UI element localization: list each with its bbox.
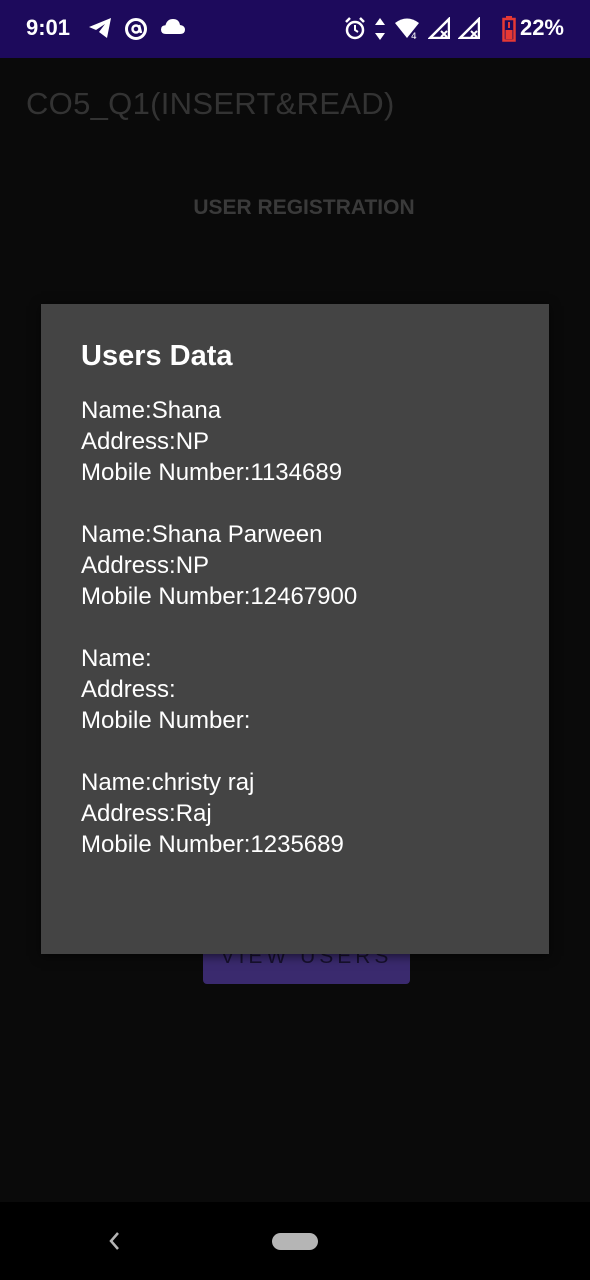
user-mobile: Mobile Number:1134689: [81, 459, 343, 486]
user-name: Name:christy raj: [81, 769, 255, 796]
user-name: Name:: [81, 645, 152, 672]
navigation-bar: [0, 1202, 590, 1280]
user-address: Address:Raj: [81, 800, 212, 827]
app-title: CO5_Q1(INSERT&READ): [26, 86, 395, 121]
status-time: 9:01: [26, 15, 71, 40]
dialog-message: Name:Shana Address:NP Mobile Number:1134…: [81, 395, 357, 891]
user-mobile: Mobile Number:12467900: [81, 583, 358, 610]
system-icons: 4: [344, 17, 480, 41]
svg-text:4: 4: [411, 32, 417, 39]
signal-icon: [458, 17, 480, 41]
user-entry: Name:Shana Address:NP Mobile Number:1134…: [81, 395, 357, 488]
user-address: Address:: [81, 676, 176, 703]
notification-icons: [88, 17, 186, 41]
back-icon[interactable]: [106, 1230, 122, 1257]
cloud-icon: [160, 17, 186, 41]
user-entry: Name:Shana Parween Address:NP Mobile Num…: [81, 519, 357, 612]
status-bar: 9:01 4 22%: [0, 0, 590, 58]
alarm-icon: [344, 17, 366, 41]
registration-heading: USER REGISTRATION: [193, 196, 415, 219]
battery-percentage: 22%: [519, 15, 564, 40]
user-address: Address:NP: [81, 552, 210, 579]
user-address: Address:NP: [81, 428, 210, 455]
signal-icon: [428, 17, 450, 41]
user-entry: Name: Address: Mobile Number:: [81, 643, 357, 736]
dialog-title: Users Data: [81, 340, 233, 372]
telegram-icon: [88, 17, 112, 41]
at-sign-icon: [124, 17, 148, 41]
user-name: Name:Shana: [81, 397, 222, 424]
user-mobile: Mobile Number:: [81, 707, 251, 734]
battery-icon: [502, 16, 516, 42]
users-data-dialog: Users Data Name:Shana Address:NP Mobile …: [41, 304, 549, 954]
wifi-icon: 4: [394, 17, 420, 41]
home-pill-button[interactable]: [272, 1233, 318, 1250]
user-name: Name:Shana Parween: [81, 521, 323, 548]
data-arrows-icon: [374, 17, 386, 41]
user-mobile: Mobile Number:1235689: [81, 831, 344, 858]
user-entry: Name:christy raj Address:Raj Mobile Numb…: [81, 767, 357, 860]
